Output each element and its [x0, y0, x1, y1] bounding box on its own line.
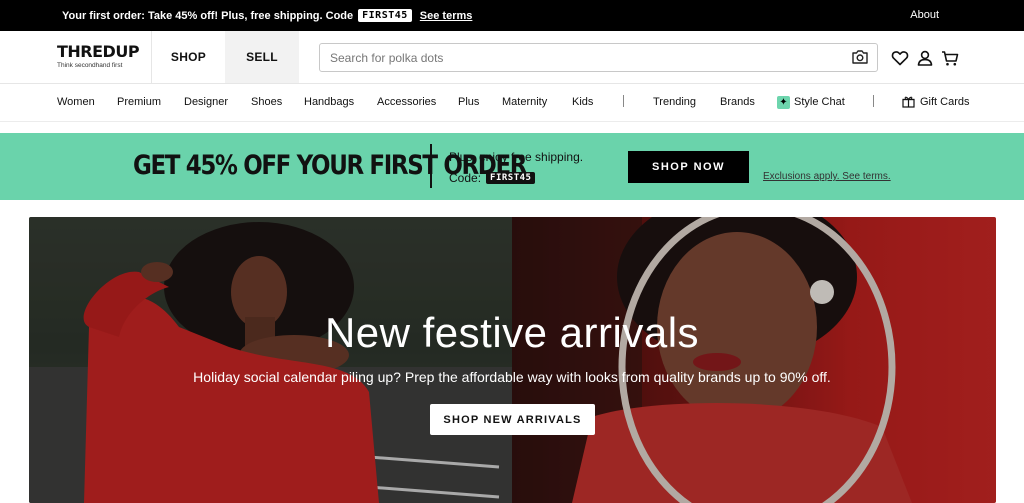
promo-code-line: Code: FIRST45	[449, 171, 536, 185]
nav-item-women[interactable]: Women	[57, 96, 95, 108]
nav-item-plus[interactable]: Plus	[458, 96, 479, 108]
top-promo: Your first order: Take 45% off! Plus, fr…	[62, 0, 472, 31]
sparkle-icon: ✦	[777, 96, 790, 109]
promo-code-badge: FIRST45	[486, 172, 536, 184]
search-input[interactable]	[330, 49, 830, 67]
user-icon[interactable]	[916, 49, 934, 67]
nav-divider	[873, 95, 874, 107]
promo-banner: GET 45% OFF YOUR FIRST ORDER Plus, enjoy…	[0, 133, 1024, 200]
camera-icon[interactable]	[851, 49, 869, 65]
promo-shipping-text: Plus, enjoy free shipping.	[449, 150, 584, 164]
hero-overlay	[29, 217, 996, 503]
top-promo-bar: Your first order: Take 45% off! Plus, fr…	[0, 0, 1024, 31]
heart-icon[interactable]	[891, 49, 909, 67]
search-box	[319, 43, 878, 72]
nav-item-kids[interactable]: Kids	[572, 96, 593, 108]
nav-divider	[623, 95, 624, 107]
logo-wordmark: THREDUP	[57, 42, 140, 61]
cart-icon[interactable]	[941, 49, 959, 67]
see-terms-link[interactable]: See terms	[420, 10, 473, 22]
nav-item-premium[interactable]: Premium	[117, 96, 161, 108]
exclusions-link[interactable]: Exclusions apply. See terms.	[763, 171, 891, 182]
site-header: THREDUP Think secondhand first SHOP SELL	[0, 31, 1024, 84]
promo-code-label: Code:	[449, 171, 482, 185]
hero-subtitle: Holiday social calendar piling up? Prep …	[193, 369, 831, 385]
nav-item-trending[interactable]: Trending	[653, 96, 696, 108]
logo-tagline: Think secondhand first	[57, 62, 123, 69]
hero-title: New festive arrivals	[324, 309, 700, 356]
nav-item-brands[interactable]: Brands	[720, 96, 755, 108]
nav-item-maternity[interactable]: Maternity	[502, 96, 547, 108]
category-nav: Women Premium Designer Shoes Handbags Ac…	[0, 84, 1024, 122]
about-link[interactable]: About	[910, 9, 939, 21]
top-promo-text: Your first order: Take 45% off! Plus, fr…	[62, 9, 354, 22]
logo[interactable]: THREDUP Think secondhand first	[57, 42, 140, 69]
nav-item-style-chat[interactable]: Style Chat	[794, 96, 845, 108]
nav-item-accessories[interactable]: Accessories	[377, 96, 436, 108]
nav-item-gift-cards[interactable]: Gift Cards	[920, 96, 970, 108]
shop-new-arrivals-button[interactable]: SHOP NEW ARRIVALS	[430, 404, 595, 435]
shop-now-button[interactable]: SHOP NOW	[628, 151, 749, 183]
gift-icon	[902, 95, 915, 108]
hero-banner[interactable]: New festive arrivals Holiday social cale…	[29, 217, 996, 503]
tab-sell[interactable]: SELL	[225, 31, 299, 83]
tab-shop[interactable]: SHOP	[151, 31, 225, 83]
nav-item-designer[interactable]: Designer	[184, 96, 228, 108]
top-promo-code-badge: FIRST45	[358, 9, 412, 22]
nav-item-handbags[interactable]: Handbags	[304, 96, 354, 108]
promo-divider	[430, 144, 432, 188]
nav-item-shoes[interactable]: Shoes	[251, 96, 282, 108]
